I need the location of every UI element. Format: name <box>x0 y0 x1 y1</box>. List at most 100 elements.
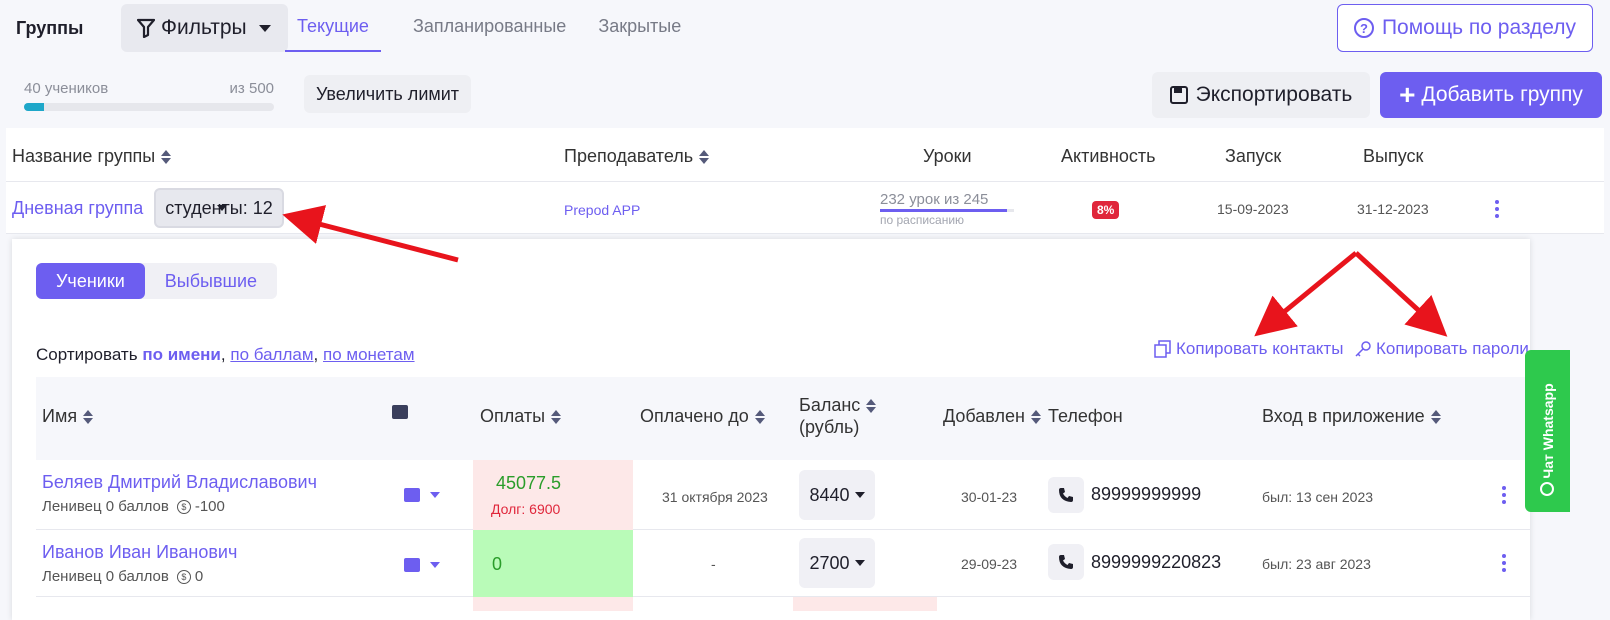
tab-closed[interactable]: Закрытые <box>598 0 681 52</box>
header-lessons: Уроки <box>923 146 972 166</box>
header-activity: Активность <box>1061 146 1156 166</box>
more-icon[interactable] <box>1495 200 1499 218</box>
debt-amount: Долг: 6900 <box>491 501 561 517</box>
table-row: Иванов Иван Иванович Ленивец 0 баллов $ … <box>36 530 1530 597</box>
students-dropdown[interactable]: студенты: 12 <box>154 188 284 228</box>
copy-contacts-label: Копировать контакты <box>1176 339 1344 358</box>
teacher-link[interactable]: Prepod APP <box>564 202 640 218</box>
copy-contacts-link[interactable]: Копировать контакты <box>1154 339 1343 359</box>
header-payments[interactable]: Оплаты <box>480 406 562 427</box>
header-phone: Телефон <box>1048 406 1123 426</box>
header-login[interactable]: Вход в приложение <box>1262 406 1441 427</box>
sort-by-points[interactable]: по баллам <box>230 345 313 364</box>
message-dropdown[interactable] <box>404 488 440 502</box>
phone-icon[interactable] <box>1048 477 1084 513</box>
last-login: был: 23 авг 2023 <box>1262 556 1371 572</box>
plus-icon: + <box>1399 79 1416 110</box>
balance-dropdown[interactable]: 2700 <box>799 538 875 588</box>
coin-icon: $ <box>176 499 191 514</box>
lessons-count: 232 урок из 245 <box>880 191 989 208</box>
student-points: Ленивец 0 баллов <box>42 568 169 585</box>
table-row: Беляев Дмитрий Владиславович Ленивец 0 б… <box>36 460 1530 530</box>
payment-cell <box>473 597 633 611</box>
help-label: Помощь по разделу <box>1381 16 1577 39</box>
segment-students[interactable]: Ученики <box>36 263 145 299</box>
added-date: 30-01-23 <box>961 489 1018 505</box>
added-date: 29-09-23 <box>961 556 1018 572</box>
add-group-label: Добавить группу <box>1421 83 1583 106</box>
student-stats: Ленивец 0 баллов $ 0 <box>42 568 203 585</box>
tab-planned[interactable]: Запланированные <box>413 0 566 52</box>
student-name-link[interactable]: Беляев Дмитрий Владиславович <box>42 472 317 493</box>
phone-number: 89999999999 <box>1091 484 1202 504</box>
top-bar: Группы Фильтры Текущие Запланированные З… <box>0 0 1610 58</box>
balance-value: 8440 <box>809 484 850 505</box>
more-icon[interactable] <box>1502 554 1506 572</box>
balance-value: 2700 <box>809 552 850 573</box>
header-start: Запуск <box>1225 146 1282 166</box>
filters-button[interactable]: Фильтры <box>121 4 288 52</box>
groups-table-header: Название группы Преподаватель Уроки Акти… <box>6 128 1604 182</box>
student-coins: 0 <box>194 568 204 585</box>
student-points: Ленивец 0 баллов <box>42 498 169 515</box>
sort-icon <box>83 410 94 425</box>
chevron-down-icon <box>430 492 440 498</box>
header-name[interactable]: Имя <box>42 406 94 427</box>
chevron-down-icon <box>854 492 865 498</box>
last-login: был: 13 сен 2023 <box>1262 489 1374 505</box>
chevron-down-icon <box>258 24 271 32</box>
export-button[interactable]: Экспортировать <box>1152 72 1370 118</box>
chat-icon <box>392 405 408 419</box>
chevron-down-icon <box>854 560 865 566</box>
whatsapp-chat-tab[interactable]: Чат Whatsapp <box>1525 350 1570 512</box>
header-group-name[interactable]: Название группы <box>12 146 172 167</box>
header-paid-to[interactable]: Оплачено до <box>640 406 765 427</box>
phone-number: 8999999220823 <box>1091 552 1222 572</box>
groups-table: Название группы Преподаватель Уроки Акти… <box>6 128 1604 234</box>
lessons-progress-fill <box>880 209 1007 212</box>
header-teacher[interactable]: Преподаватель <box>564 146 710 167</box>
add-group-button[interactable]: + Добавить группу <box>1380 72 1602 118</box>
student-stats: Ленивец 0 баллов $ -100 <box>42 498 225 515</box>
student-coins: -100 <box>194 498 225 515</box>
table-row: Дневная группа студенты: 12 Prepod APP 2… <box>6 182 1604 234</box>
whatsapp-icon <box>1540 482 1554 496</box>
chevron-down-icon <box>430 562 440 568</box>
sort-icon <box>161 150 172 165</box>
more-icon[interactable] <box>1502 486 1506 504</box>
students-table: Имя Оплаты Оплачено до Баланс (рубль) Доб… <box>36 377 1530 611</box>
limit-total: из 500 <box>229 80 274 97</box>
students-table-header: Имя Оплаты Оплачено до Баланс (рубль) Доб… <box>36 377 1530 460</box>
separator: , <box>313 345 319 364</box>
header-end: Выпуск <box>1363 146 1424 166</box>
balance-cell <box>793 597 937 611</box>
group-name-link[interactable]: Дневная группа <box>12 198 143 219</box>
chat-icon <box>404 488 420 502</box>
limit-progress-bar <box>24 103 274 111</box>
save-icon <box>1169 86 1188 104</box>
phone-icon[interactable] <box>1048 544 1084 580</box>
filters-label: Фильтры <box>161 16 247 39</box>
message-dropdown[interactable] <box>404 558 440 572</box>
header-balance[interactable]: Баланс (рубль) <box>799 394 877 438</box>
sort-options: Сортировать по имени, по баллам, по моне… <box>36 345 415 365</box>
activity-badge: 8% <box>1092 201 1120 219</box>
sort-icon <box>699 150 710 165</box>
paid-amount: 45077.5 <box>496 473 562 493</box>
paid-to-date: - <box>711 556 716 572</box>
segment-dropped[interactable]: Выбывшие <box>145 263 277 299</box>
tab-current[interactable]: Текущие <box>285 0 381 52</box>
student-name-link[interactable]: Иванов Иван Иванович <box>42 542 237 563</box>
sort-by-coins[interactable]: по монетам <box>323 345 415 364</box>
header-added[interactable]: Добавлен <box>943 406 1041 427</box>
sort-icon <box>866 399 877 414</box>
sort-icon <box>551 410 562 425</box>
copy-icon <box>1154 340 1171 358</box>
sort-icon <box>1030 410 1041 425</box>
sort-by-name[interactable]: по имени <box>142 345 221 364</box>
help-button[interactable]: ? Помощь по разделу <box>1337 4 1593 52</box>
limit-count: 40 учеников <box>24 80 109 97</box>
copy-passwords-link[interactable]: Копировать пароли <box>1354 339 1529 359</box>
increase-limit-button[interactable]: Увеличить лимит <box>304 75 472 113</box>
balance-dropdown[interactable]: 8440 <box>799 470 875 520</box>
